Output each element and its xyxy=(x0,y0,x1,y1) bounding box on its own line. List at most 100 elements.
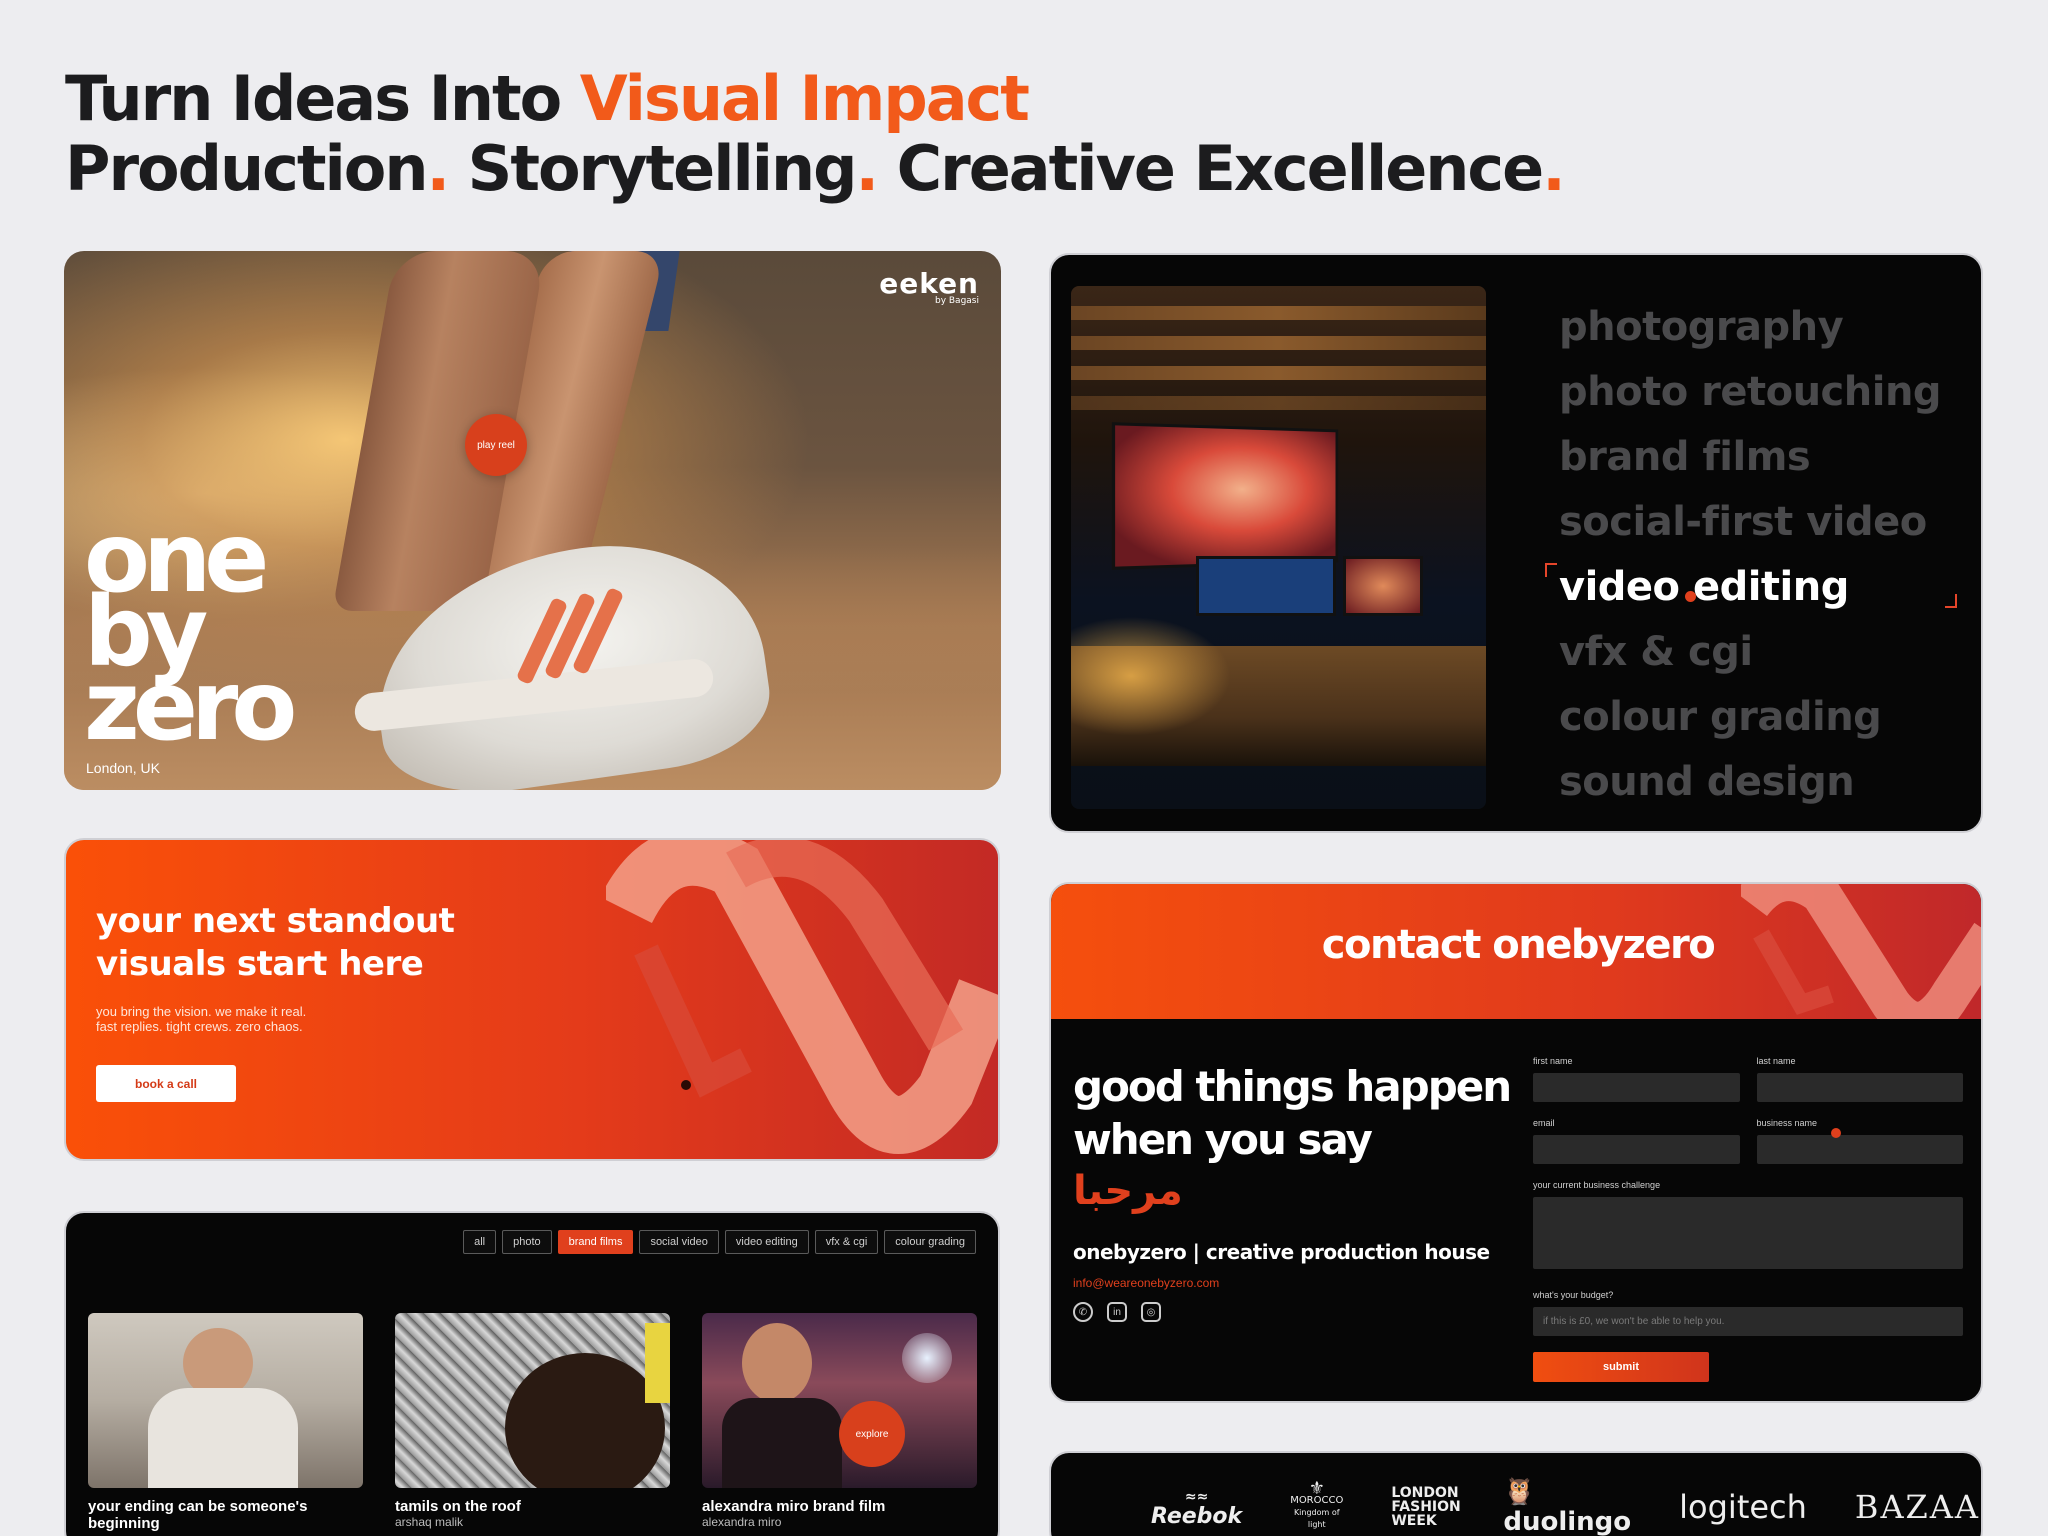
cta-title: your next standout visuals start here xyxy=(96,901,455,984)
logo-word-zero: zero xyxy=(84,650,297,762)
email-input[interactable] xyxy=(1533,1135,1740,1164)
cta-line-1: you bring the vision. we make it real. xyxy=(96,1004,307,1019)
studio-monitor xyxy=(1196,556,1336,616)
service-item-vfx-cgi[interactable]: vfx & cgi xyxy=(1559,620,1941,685)
client-logo-row: ≈≈ Reebok ⚜ MOROCCO Kingdom of light LON… xyxy=(1151,1477,1981,1536)
duolingo-logo: 🦉duolingo xyxy=(1503,1477,1631,1536)
contact-header: contact onebyzero xyxy=(1051,884,1981,1019)
form-row: your current business challenge xyxy=(1533,1180,1963,1274)
bazaar-logo: BAZAAR xyxy=(1854,1488,1981,1526)
duolingo-logo-text: duolingo xyxy=(1503,1507,1632,1536)
last-name-field-group: last name xyxy=(1756,1056,1963,1102)
hero-location: London, UK xyxy=(86,760,160,776)
ceiling-beam xyxy=(1071,366,1486,380)
ceiling-beam xyxy=(1071,306,1486,320)
social-links: ✆ in ◎ xyxy=(1073,1302,1513,1322)
business-name-input[interactable] xyxy=(1756,1135,1963,1164)
headline-dot: . xyxy=(855,132,880,205)
form-row: what's your budget? xyxy=(1533,1290,1963,1336)
studio-monitor xyxy=(1343,556,1423,616)
service-item-brand-films[interactable]: brand films xyxy=(1559,425,1941,490)
challenge-field-group: your current business challenge xyxy=(1533,1180,1963,1274)
filter-social-video[interactable]: social video xyxy=(639,1230,719,1254)
studio-large-screen xyxy=(1111,422,1339,570)
london-fashion-week-logo: LONDON FASHION WEEK xyxy=(1391,1485,1461,1529)
reebok-logo: ≈≈ Reebok xyxy=(1151,1487,1243,1529)
filter-photo[interactable]: photo xyxy=(502,1230,552,1254)
headline-accent-text: Visual Impact xyxy=(579,62,1030,135)
card-title: alexandra miro brand film xyxy=(702,1498,886,1515)
services-panel: photography photo retouching brand films… xyxy=(1049,253,1983,833)
reebok-logo-text: Reebok xyxy=(1151,1504,1243,1529)
service-item-photography[interactable]: photography xyxy=(1559,295,1941,360)
email-field-group: email xyxy=(1533,1118,1740,1164)
thumbnail-figure xyxy=(742,1323,812,1403)
last-name-label: last name xyxy=(1756,1056,1796,1066)
headline-plain-text: Turn Ideas Into xyxy=(65,62,580,135)
cursor-dot xyxy=(1685,591,1696,602)
service-item-social-first-video[interactable]: social-first video xyxy=(1559,490,1941,555)
card-title: tamils on the roof xyxy=(395,1498,521,1515)
thumbnail-figure xyxy=(148,1388,298,1488)
portfolio-panel: all photo brand films social video video… xyxy=(64,1211,1000,1536)
challenge-textarea[interactable] xyxy=(1533,1197,1963,1269)
portfolio-thumbnail[interactable]: explore xyxy=(702,1313,977,1488)
portfolio-card[interactable]: tamils on the roof arshaq malik xyxy=(395,1313,670,1532)
portfolio-thumbnail[interactable] xyxy=(88,1313,363,1488)
whatsapp-icon[interactable]: ✆ xyxy=(1073,1302,1093,1322)
book-a-call-button[interactable]: book a call xyxy=(96,1065,236,1102)
first-name-input[interactable] xyxy=(1533,1073,1740,1102)
headline-line-2: Production. Storytelling. Creative Excel… xyxy=(65,132,1566,205)
portfolio-card[interactable]: your ending can be someone's beginning xyxy=(88,1313,363,1532)
duolingo-owl-icon: 🦉 xyxy=(1503,1477,1536,1507)
studio-lamp-glow xyxy=(1071,616,1231,736)
headline-line-1: Turn Ideas Into Visual Impact xyxy=(65,64,1564,134)
budget-field-group: what's your budget? xyxy=(1533,1290,1963,1336)
headline-production: Production xyxy=(65,132,429,205)
filter-colour-grading[interactable]: colour grading xyxy=(884,1230,976,1254)
onebyzero-swirl-graphic xyxy=(606,840,998,1154)
thumbnail-light xyxy=(902,1333,952,1383)
page-headline: Turn Ideas Into Visual Impact Production… xyxy=(65,64,1566,205)
challenge-label: your current business challenge xyxy=(1533,1180,1661,1190)
portfolio-cards: your ending can be someone's beginning t… xyxy=(88,1313,977,1532)
contact-email-link[interactable]: info@weareonebyzero.com xyxy=(1073,1276,1513,1290)
filter-video-editing[interactable]: video editing xyxy=(724,1230,809,1254)
contact-panel: contact onebyzero good things happen whe… xyxy=(1049,882,1983,1403)
headline-dot: . xyxy=(1542,132,1566,205)
service-item-sound-design[interactable]: sound design xyxy=(1559,750,1941,815)
budget-label: what's your budget? xyxy=(1533,1290,1614,1300)
cta-panel: your next standout visuals start here yo… xyxy=(64,838,1000,1161)
play-reel-button[interactable]: play reel xyxy=(465,414,527,476)
portfolio-card[interactable]: explore alexandra miro brand film alexan… xyxy=(702,1313,977,1532)
explore-button[interactable]: explore xyxy=(839,1401,905,1467)
filter-all[interactable]: all xyxy=(463,1230,497,1254)
morocco-logo-text: MOROCCO xyxy=(1290,1495,1344,1506)
card-subtitle: alexandra miro xyxy=(702,1515,782,1529)
contact-form: first name last name email business name… xyxy=(1533,1056,1963,1382)
ceiling-beam xyxy=(1071,336,1486,350)
headline-dot: . xyxy=(426,132,451,205)
service-item-video-editing[interactable]: video editing xyxy=(1544,555,1958,620)
filter-vfx-cgi[interactable]: vfx & cgi xyxy=(814,1230,879,1254)
client-logos-panel: ≈≈ Reebok ⚜ MOROCCO Kingdom of light LON… xyxy=(1049,1451,1983,1536)
first-name-label: first name xyxy=(1533,1056,1573,1066)
cta-line-2: fast replies. tight crews. zero chaos. xyxy=(96,1019,303,1034)
portfolio-thumbnail[interactable] xyxy=(395,1313,670,1488)
filter-brand-films[interactable]: brand films xyxy=(557,1230,634,1254)
instagram-icon[interactable]: ◎ xyxy=(1141,1302,1161,1322)
linkedin-icon[interactable]: in xyxy=(1107,1302,1127,1322)
submit-button[interactable]: submit xyxy=(1533,1352,1709,1382)
service-item-colour-grading[interactable]: colour grading xyxy=(1559,685,1941,750)
services-list: photography photo retouching brand films… xyxy=(1544,295,1958,815)
service-item-photo-retouching[interactable]: photo retouching xyxy=(1559,360,1942,425)
email-label: email xyxy=(1533,1118,1555,1128)
last-name-input[interactable] xyxy=(1756,1073,1963,1102)
contact-company-name: onebyzero | creative production house xyxy=(1073,1240,1490,1264)
portfolio-filters: all photo brand films social video video… xyxy=(463,1230,976,1254)
business-name-field-group: business name xyxy=(1756,1118,1963,1164)
budget-input[interactable] xyxy=(1533,1307,1963,1336)
first-name-field-group: first name xyxy=(1533,1056,1740,1102)
morocco-logo: ⚜ MOROCCO Kingdom of light xyxy=(1290,1480,1344,1531)
hero-panel: eeken by Bagasi play reel one by zero Lo… xyxy=(64,251,1001,790)
